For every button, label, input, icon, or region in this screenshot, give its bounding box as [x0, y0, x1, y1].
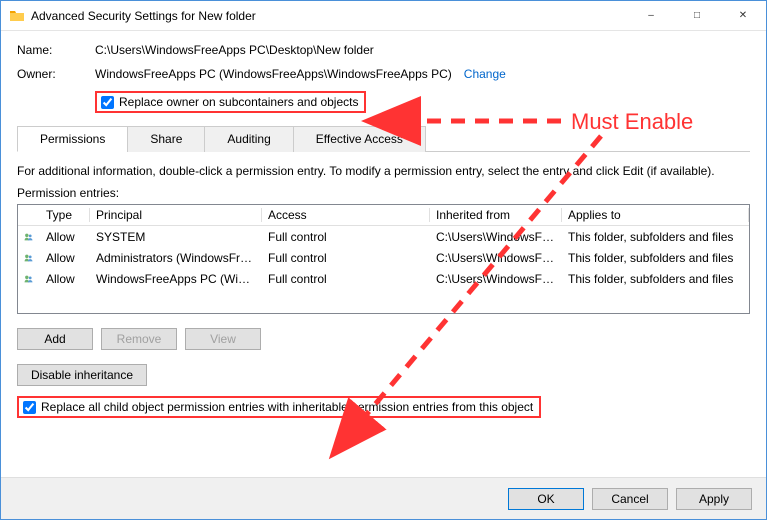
- cell-principal: SYSTEM: [90, 230, 262, 244]
- cell-type: Allow: [40, 230, 90, 244]
- cell-access: Full control: [262, 230, 430, 244]
- annotation-text: Must Enable: [571, 109, 693, 135]
- col-access[interactable]: Access: [262, 208, 430, 222]
- cell-type: Allow: [40, 272, 90, 286]
- table-buttons: Add Remove View: [17, 328, 750, 350]
- cancel-button[interactable]: Cancel: [592, 488, 668, 510]
- tab-permissions[interactable]: Permissions: [17, 126, 128, 152]
- cell-principal: Administrators (WindowsFree...: [90, 251, 262, 265]
- replace-owner-label: Replace owner on subcontainers and objec…: [119, 95, 358, 109]
- add-button[interactable]: Add: [17, 328, 93, 350]
- content-area: Name: C:\Users\WindowsFreeApps PC\Deskto…: [1, 31, 766, 418]
- col-inherited[interactable]: Inherited from: [430, 208, 562, 222]
- tab-share[interactable]: Share: [127, 126, 205, 152]
- table-row[interactable]: AllowSYSTEMFull controlC:\Users\WindowsF…: [18, 226, 749, 247]
- col-principal[interactable]: Principal: [90, 208, 262, 222]
- cell-applies: This folder, subfolders and files: [562, 272, 749, 286]
- window-title: Advanced Security Settings for New folde…: [31, 9, 628, 23]
- change-owner-link[interactable]: Change: [464, 67, 506, 81]
- table-header: Type Principal Access Inherited from App…: [18, 205, 749, 226]
- maximize-button[interactable]: □: [674, 1, 720, 30]
- table-row[interactable]: AllowWindowsFreeApps PC (Windo...Full co…: [18, 268, 749, 289]
- cell-applies: This folder, subfolders and files: [562, 230, 749, 244]
- cell-inherited: C:\Users\WindowsFree...: [430, 230, 562, 244]
- name-label: Name:: [17, 43, 95, 57]
- window-controls: – □ ✕: [628, 1, 766, 30]
- user-group-icon: [18, 272, 40, 286]
- replace-owner-checkbox[interactable]: [101, 96, 114, 109]
- owner-value: WindowsFreeApps PC (WindowsFreeApps\Wind…: [95, 67, 452, 81]
- remove-button: Remove: [101, 328, 177, 350]
- replace-all-checkbox[interactable]: [23, 401, 36, 414]
- cell-access: Full control: [262, 251, 430, 265]
- cell-type: Allow: [40, 251, 90, 265]
- replace-all-label: Replace all child object permission entr…: [41, 400, 533, 414]
- col-type[interactable]: Type: [40, 208, 90, 222]
- folder-icon: [9, 8, 25, 24]
- user-group-icon: [18, 230, 40, 244]
- entries-label: Permission entries:: [17, 186, 750, 200]
- disable-inheritance-button[interactable]: Disable inheritance: [17, 364, 147, 386]
- cell-applies: This folder, subfolders and files: [562, 251, 749, 265]
- cell-inherited: C:\Users\WindowsFree...: [430, 272, 562, 286]
- cell-access: Full control: [262, 272, 430, 286]
- info-text: For additional information, double-click…: [17, 164, 750, 178]
- cell-inherited: C:\Users\WindowsFree...: [430, 251, 562, 265]
- titlebar: Advanced Security Settings for New folde…: [1, 1, 766, 31]
- ok-button[interactable]: OK: [508, 488, 584, 510]
- table-row[interactable]: AllowAdministrators (WindowsFree...Full …: [18, 247, 749, 268]
- apply-button[interactable]: Apply: [676, 488, 752, 510]
- dialog-footer: OK Cancel Apply: [1, 477, 766, 519]
- cell-principal: WindowsFreeApps PC (Windo...: [90, 272, 262, 286]
- name-value: C:\Users\WindowsFreeApps PC\Desktop\New …: [95, 43, 374, 57]
- minimize-button[interactable]: –: [628, 1, 674, 30]
- col-applies[interactable]: Applies to: [562, 208, 749, 222]
- replace-owner-highlight: Replace owner on subcontainers and objec…: [95, 91, 366, 113]
- view-button: View: [185, 328, 261, 350]
- tab-auditing[interactable]: Auditing: [204, 126, 293, 152]
- user-group-icon: [18, 251, 40, 265]
- replace-all-highlight: Replace all child object permission entr…: [17, 396, 541, 418]
- tab-effective-access[interactable]: Effective Access: [293, 126, 426, 152]
- close-button[interactable]: ✕: [720, 1, 766, 30]
- permission-table: Type Principal Access Inherited from App…: [17, 204, 750, 314]
- owner-label: Owner:: [17, 67, 95, 81]
